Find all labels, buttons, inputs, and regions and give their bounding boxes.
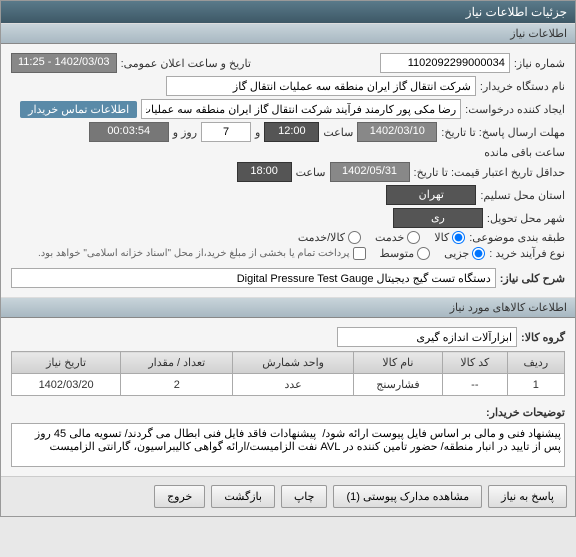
table-header-row: ردیف کد کالا نام کالا واحد شمارش تعداد /… (12, 352, 565, 374)
td-row: 1 (507, 374, 564, 396)
creator-label: ایجاد کننده درخواست: (465, 103, 565, 116)
radio-goods[interactable]: کالا (434, 231, 465, 244)
announce-label: تاریخ و ساعت اعلان عمومی: (121, 57, 251, 70)
checkbox-treasury[interactable]: پرداخت تمام یا بخشی از مبلغ خرید،از محل … (38, 247, 366, 260)
footer-bar: پاسخ به نیاز مشاهده مدارک پیوستی (1) چاپ… (1, 476, 575, 516)
need-content: شماره نیاز: تاریخ و ساعت اعلان عمومی: 14… (1, 44, 575, 297)
th-row: ردیف (507, 352, 564, 374)
buyer-notes-label: توضیحات خریدار: (486, 406, 565, 419)
radio-medium-input[interactable] (417, 247, 430, 260)
th-date: تاریخ نیاز (12, 352, 121, 374)
validity-time: 18:00 (237, 162, 292, 182)
goods-group-input[interactable] (337, 327, 517, 347)
time-label-1: ساعت (323, 126, 353, 139)
days-input[interactable] (201, 122, 251, 142)
creator-input[interactable] (141, 99, 461, 119)
checkbox-treasury-input[interactable] (353, 247, 366, 260)
desc-label: شرح کلی نیاز: (500, 272, 565, 285)
exit-button[interactable]: خروج (154, 485, 205, 508)
back-button[interactable]: بازگشت (211, 485, 275, 508)
td-date: 1402/03/20 (12, 374, 121, 396)
window-titlebar: جزئیات اطلاعات نیاز (1, 1, 575, 23)
th-name: نام کالا (353, 352, 442, 374)
goods-table: ردیف کد کالا نام کالا واحد شمارش تعداد /… (11, 351, 565, 396)
td-name: فشارسنج (353, 374, 442, 396)
and-label: و (255, 126, 260, 139)
need-no-input[interactable] (380, 53, 510, 73)
buyer-label: نام دستگاه خریدار: (480, 80, 565, 93)
need-no-label: شماره نیاز: (514, 57, 565, 70)
th-code: کد کالا (443, 352, 508, 374)
td-unit: عدد (233, 374, 353, 396)
window-title: جزئیات اطلاعات نیاز (466, 5, 567, 19)
validity-date: 1402/05/31 (330, 162, 410, 182)
location-value: تهران (386, 185, 476, 205)
radio-goods-input[interactable] (452, 231, 465, 244)
remain-label: ساعت باقی مانده (484, 146, 565, 159)
city-value: ری (393, 208, 483, 228)
td-qty: 2 (121, 374, 233, 396)
radio-goods-service-input[interactable] (348, 231, 361, 244)
attachments-button[interactable]: مشاهده مدارک پیوستی (1) (333, 485, 482, 508)
radio-partial-input[interactable] (472, 247, 485, 260)
deadline-label: مهلت ارسال پاسخ: تا تاریخ: (441, 126, 565, 139)
category-radio-group: کالا خدمت کالا/خدمت (298, 231, 465, 244)
table-row[interactable]: 1 -- فشارسنج عدد 2 1402/03/20 (12, 374, 565, 396)
desc-input[interactable] (11, 268, 496, 288)
contact-badge[interactable]: اطلاعات تماس خریدار (20, 101, 137, 118)
radio-medium[interactable]: متوسط (380, 247, 431, 260)
process-radio-group: جزیی متوسط (380, 247, 486, 260)
buyer-notes-textarea[interactable] (11, 423, 565, 467)
td-code: -- (443, 374, 508, 396)
category-label: طبقه بندی موضوعی: (469, 231, 565, 244)
process-label: نوع فرآیند خرید : (489, 247, 565, 260)
time-label-2: ساعت (296, 166, 326, 179)
deadline-time: 12:00 (264, 122, 319, 142)
radio-goods-service[interactable]: کالا/خدمت (298, 231, 361, 244)
print-button[interactable]: چاپ (281, 485, 328, 508)
validity-label: حداقل تاریخ اعتبار قیمت: تا تاریخ: (414, 166, 565, 179)
main-window: جزئیات اطلاعات نیاز اطلاعات نیاز شماره ن… (0, 0, 576, 517)
city-label: شهر محل تحویل: (487, 212, 565, 225)
day-label: روز و (173, 126, 197, 139)
announce-value: 1402/03/03 - 11:25 (11, 53, 117, 73)
location-label: استان محل تسلیم: (480, 189, 565, 202)
deadline-date: 1402/03/10 (357, 122, 437, 142)
section-header-goods: اطلاعات کالاهای مورد نیاز (1, 297, 575, 318)
buyer-input[interactable] (166, 76, 476, 96)
respond-button[interactable]: پاسخ به نیاز (488, 485, 567, 508)
th-unit: واحد شمارش (233, 352, 353, 374)
remain-time: 00:03:54 (89, 122, 169, 142)
radio-service[interactable]: خدمت (375, 231, 420, 244)
radio-partial[interactable]: جزیی (444, 247, 485, 260)
th-qty: تعداد / مقدار (121, 352, 233, 374)
goods-content: گروه کالا: ردیف کد کالا نام کالا واحد شم… (1, 318, 575, 476)
section-header-need: اطلاعات نیاز (1, 23, 575, 44)
goods-group-label: گروه کالا: (521, 331, 565, 344)
radio-service-input[interactable] (407, 231, 420, 244)
